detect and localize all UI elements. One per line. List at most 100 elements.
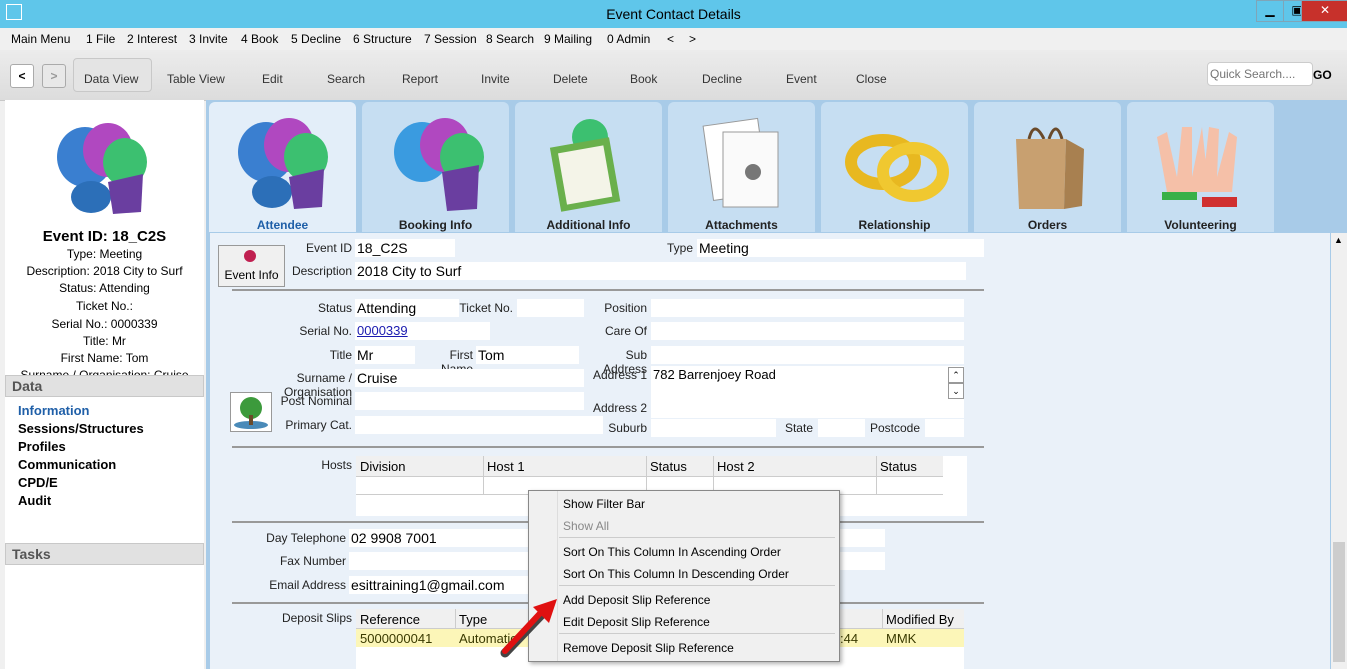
field-position[interactable]: [651, 299, 964, 317]
tab-relationship[interactable]: Relationship: [821, 102, 968, 232]
field-address[interactable]: 782 Barrenjoey Road: [651, 366, 964, 418]
menu-interest[interactable]: 2 Interest: [127, 32, 177, 46]
edit-button[interactable]: Edit: [262, 72, 283, 86]
search-button[interactable]: Search: [327, 72, 365, 86]
field-care-of[interactable]: [651, 322, 964, 340]
field-status[interactable]: Attending: [355, 299, 459, 317]
ctx-remove-deposit-slip[interactable]: Remove Deposit Slip Reference: [563, 641, 734, 655]
tab-booking-info[interactable]: Booking Info: [362, 102, 509, 232]
field-type[interactable]: Meeting: [697, 239, 984, 257]
field-state[interactable]: [818, 419, 865, 437]
field-suburb[interactable]: [651, 419, 776, 437]
table-view-button[interactable]: Table View: [167, 72, 225, 86]
menu-session[interactable]: 7 Session: [424, 32, 477, 46]
menu-prev[interactable]: <: [667, 32, 674, 46]
tasks-section-header[interactable]: Tasks: [5, 543, 204, 565]
scroll-up-icon[interactable]: ▲: [1334, 235, 1343, 245]
tab-attendee[interactable]: Attendee: [209, 102, 356, 232]
deposit-col-type[interactable]: Type: [459, 612, 487, 627]
field-fax-ext[interactable]: [835, 552, 885, 570]
ctx-show-all[interactable]: Show All: [563, 519, 609, 533]
field-title[interactable]: Mr: [355, 346, 415, 364]
hosts-col-host2[interactable]: Host 2: [717, 459, 755, 474]
menu-structure[interactable]: 6 Structure: [353, 32, 412, 46]
nav-information[interactable]: Information: [18, 403, 90, 418]
close-button[interactable]: Close: [856, 72, 887, 86]
field-primary-cat[interactable]: [355, 416, 603, 434]
ctx-show-filter-bar[interactable]: Show Filter Bar: [563, 497, 645, 511]
ctx-sort-descending[interactable]: Sort On This Column In Descending Order: [563, 567, 789, 581]
field-description[interactable]: 2018 City to Surf: [355, 262, 966, 280]
nav-communication[interactable]: Communication: [18, 457, 116, 472]
report-button[interactable]: Report: [402, 72, 438, 86]
event-button[interactable]: Event: [786, 72, 817, 86]
label-hosts: Hosts: [321, 458, 352, 472]
field-first-name[interactable]: Tom: [476, 346, 579, 364]
menu-search[interactable]: 8 Search: [486, 32, 534, 46]
summary-type: Type: Meeting: [66, 247, 143, 261]
decline-button[interactable]: Decline: [702, 72, 742, 86]
menu-book[interactable]: 4 Book: [241, 32, 278, 46]
field-serial-no[interactable]: 0000339: [355, 322, 490, 340]
invite-button[interactable]: Invite: [481, 72, 510, 86]
field-telephone-ext[interactable]: [835, 529, 885, 547]
address-scroll-down-icon[interactable]: ⌄: [948, 383, 964, 399]
delete-button[interactable]: Delete: [553, 72, 588, 86]
label-deposit-slips: Deposit Slips: [281, 611, 352, 625]
menu-main[interactable]: Main Menu: [11, 32, 70, 46]
field-fax[interactable]: [349, 552, 529, 570]
ctx-add-deposit-slip[interactable]: Add Deposit Slip Reference: [563, 593, 710, 607]
summary-event-id: Event ID: 18_C2S: [42, 228, 167, 245]
field-ticket-no[interactable]: [517, 299, 584, 317]
close-window-button[interactable]: ✕: [1301, 0, 1347, 22]
nav-audit[interactable]: Audit: [18, 493, 51, 508]
scroll-thumb[interactable]: [1333, 542, 1345, 662]
tab-booking-info-label: Booking Info: [398, 218, 473, 232]
go-button[interactable]: GO: [1313, 68, 1332, 82]
address-scroll-up-icon[interactable]: ⌃: [948, 367, 964, 383]
context-separator: [559, 537, 835, 538]
back-button[interactable]: <: [10, 64, 34, 88]
nav-profiles[interactable]: Profiles: [18, 439, 66, 454]
field-day-telephone[interactable]: 02 9908 7001: [349, 529, 529, 547]
tab-orders[interactable]: Orders: [974, 102, 1121, 232]
tab-additional-info[interactable]: Additional Info: [515, 102, 662, 232]
tab-attendee-label: Attendee: [256, 218, 309, 232]
tab-volunteering[interactable]: Volunteering: [1127, 102, 1274, 232]
menu-decline[interactable]: 5 Decline: [291, 32, 341, 46]
event-info-button[interactable]: Event Info: [218, 245, 285, 287]
menu-next[interactable]: >: [689, 32, 696, 46]
field-email[interactable]: esittraining1@gmail.com: [349, 576, 529, 594]
menu-invite[interactable]: 3 Invite: [189, 32, 228, 46]
tree-photo-icon[interactable]: [230, 392, 272, 432]
field-postcode[interactable]: [925, 419, 964, 437]
minimize-button[interactable]: ▁: [1256, 0, 1284, 22]
nav-sessions-structures[interactable]: Sessions/Structures: [18, 421, 144, 436]
nav-cpd-e[interactable]: CPD/E: [18, 475, 58, 490]
menu-bar: Main Menu 1 File 2 Interest 3 Invite 4 B…: [0, 28, 1347, 50]
field-event-id[interactable]: 18_C2S: [355, 239, 455, 257]
ctx-sort-ascending[interactable]: Sort On This Column In Ascending Order: [563, 545, 781, 559]
vertical-scrollbar[interactable]: ▲: [1331, 233, 1347, 669]
hosts-col-host1[interactable]: Host 1: [487, 459, 525, 474]
label-email: Email Address: [269, 578, 346, 592]
field-sub-address[interactable]: [651, 346, 964, 364]
deposit-col-reference[interactable]: Reference: [360, 612, 420, 627]
label-state: State: [784, 421, 813, 435]
data-view-button[interactable]: Data View: [84, 72, 138, 86]
forward-button[interactable]: >: [42, 64, 66, 88]
field-post-nominal[interactable]: [355, 392, 584, 410]
menu-admin[interactable]: 0 Admin: [607, 32, 650, 46]
book-button[interactable]: Book: [630, 72, 657, 86]
field-surname[interactable]: Cruise: [355, 369, 584, 387]
tab-attachments[interactable]: Attachments: [668, 102, 815, 232]
menu-file[interactable]: 1 File: [86, 32, 115, 46]
hosts-col-division[interactable]: Division: [360, 459, 406, 474]
ctx-edit-deposit-slip[interactable]: Edit Deposit Slip Reference: [563, 615, 710, 629]
data-section-header[interactable]: Data: [5, 375, 204, 397]
menu-mailing[interactable]: 9 Mailing: [544, 32, 592, 46]
hosts-col-status2[interactable]: Status: [880, 459, 917, 474]
quick-search-input[interactable]: [1207, 62, 1313, 86]
hosts-col-status1[interactable]: Status: [650, 459, 687, 474]
deposit-col-modified-by[interactable]: Modified By: [886, 612, 954, 627]
